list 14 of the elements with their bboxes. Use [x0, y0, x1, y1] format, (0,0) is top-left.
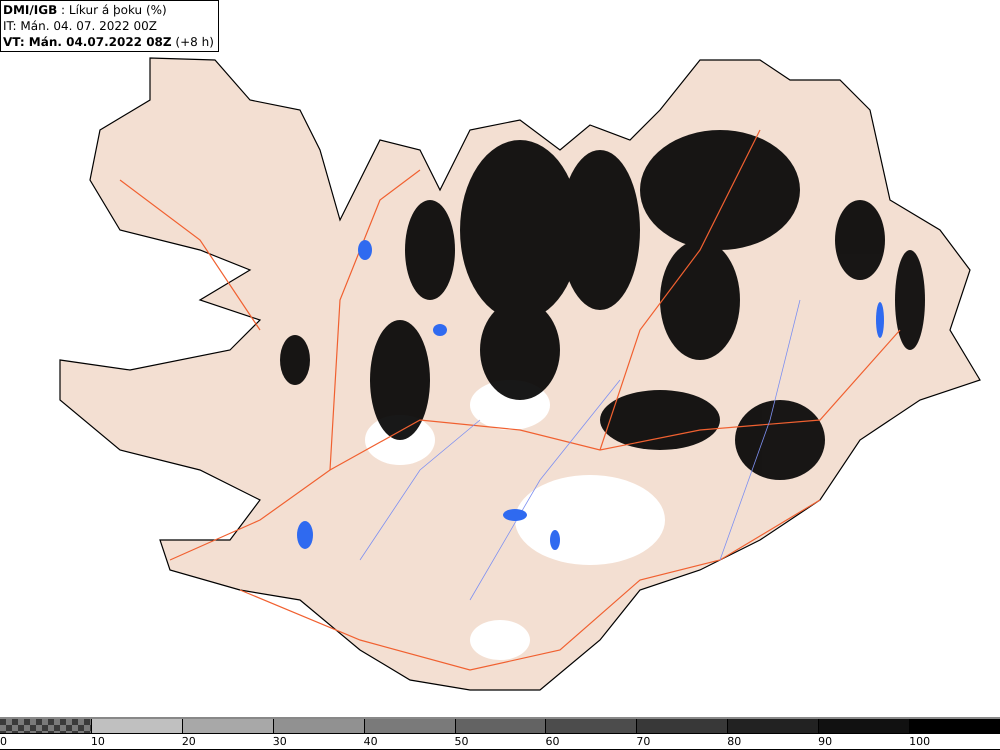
- scale-tick-label: 30: [272, 735, 287, 748]
- scale-tick-label: 40: [364, 735, 378, 748]
- scale-tick-label: 90: [818, 735, 832, 748]
- map-title-line: VT: Mán. 04.07.2022 08Z (+8 h): [3, 34, 214, 50]
- map-title-line: IT: Mán. 04. 07. 2022 00Z: [3, 18, 158, 34]
- scale-tick-label: 80: [727, 735, 742, 748]
- scale-tick-label: 100: [909, 735, 930, 748]
- scale-tick-label: 10: [90, 735, 105, 748]
- scale-tick-label: 70: [636, 735, 650, 748]
- map-title-line: DMI/IGB : Líkur á þoku (%): [3, 2, 168, 18]
- scale-tick-label: 20: [182, 735, 196, 748]
- scale-tick-label: 0: [0, 735, 7, 748]
- scale-tick-label: 60: [545, 735, 560, 748]
- scale-tick-label: 50: [454, 735, 469, 748]
